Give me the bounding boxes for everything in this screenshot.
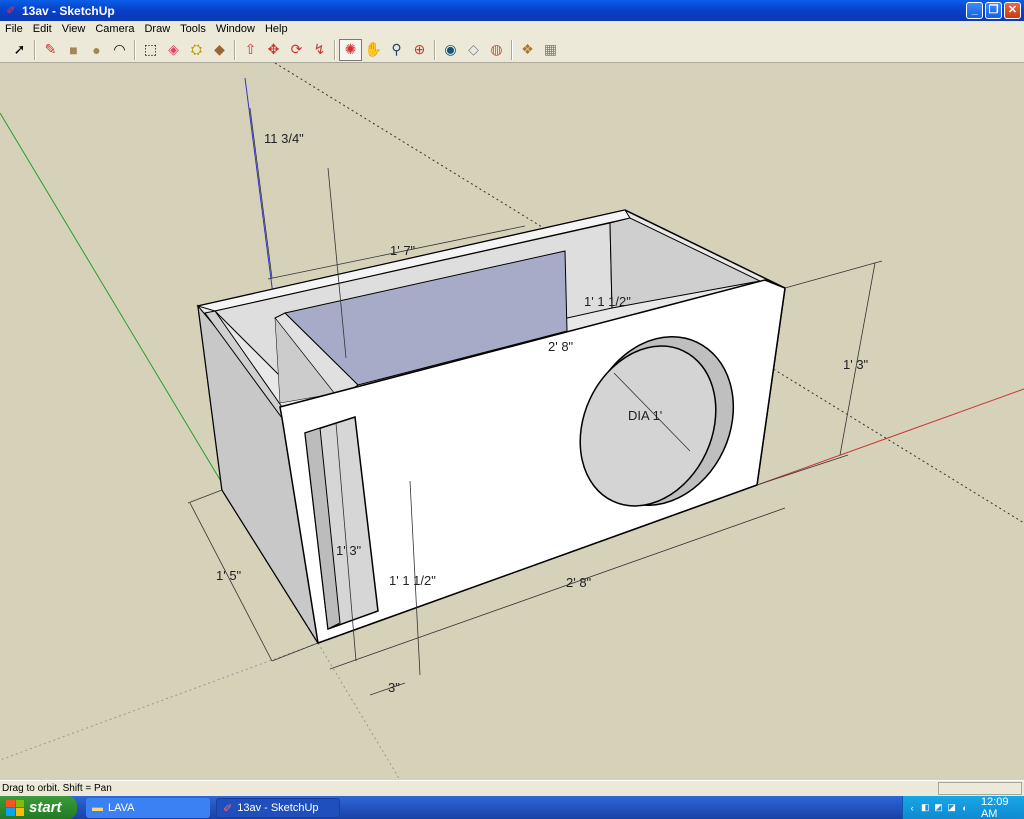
- dim-label-right-height: 1' 3": [843, 357, 869, 372]
- share-model-tool-icon[interactable]: ◇: [462, 39, 485, 61]
- folder-icon: ▬: [92, 802, 103, 814]
- tray-security-icon[interactable]: ◪: [947, 802, 957, 813]
- move-tool-icon[interactable]: ✥: [262, 39, 285, 61]
- menu-camera[interactable]: Camera: [90, 23, 139, 35]
- dim-label-port-dia: DIA 1': [628, 408, 663, 423]
- menu-file[interactable]: File: [0, 23, 28, 35]
- taskbar-item-label: 13av - SketchUp: [237, 802, 319, 814]
- tray-app-icon[interactable]: ◩: [933, 802, 943, 813]
- rotate-tool-icon[interactable]: ⟳: [285, 39, 308, 61]
- dim-label-top-width: 1' 7": [390, 243, 416, 258]
- menu-window[interactable]: Window: [211, 23, 260, 35]
- tape-measure-tool-icon[interactable]: ⛭: [185, 39, 208, 61]
- system-tray: ‹ ◧ ◩ ◪ ◐ 12:09 AM: [902, 796, 1024, 819]
- dim-line: [187, 489, 223, 504]
- menu-draw[interactable]: Draw: [139, 23, 175, 35]
- taskbar-item-lava[interactable]: ▬ LAVA: [86, 798, 210, 818]
- windows-flag-icon: [6, 799, 24, 816]
- dim-line: [756, 454, 849, 486]
- orbit-tool-icon[interactable]: ✺: [339, 38, 362, 61]
- model-drawing: [0, 63, 1024, 780]
- start-button[interactable]: start: [0, 796, 77, 819]
- offset-tool-icon[interactable]: ↯: [308, 39, 331, 61]
- dim-label-left-depth: 1' 5": [216, 568, 242, 583]
- sketchup-icon: ✐: [223, 802, 233, 815]
- window-title: 13av - SketchUp: [22, 3, 115, 18]
- toolbar-separator: [234, 39, 236, 60]
- toolbar: ➚ ✎ ■ ● ◠ ⬚ ◈ ⛭ ◆ ⇧ ✥ ⟳ ↯ ✺ ✋ ⚲ ⊕ ◉ ◇ ◍ …: [0, 37, 1024, 63]
- materials-tool-icon[interactable]: ▦: [539, 39, 562, 61]
- dim-line: [271, 642, 319, 662]
- arc-tool-icon[interactable]: ◠: [108, 39, 131, 61]
- toolbar-separator: [511, 39, 513, 60]
- dim-label-center-length: 2' 8": [548, 339, 574, 354]
- close-button[interactable]: ✕: [1004, 2, 1021, 19]
- minimize-button[interactable]: _: [966, 2, 983, 19]
- google-earth-tool-icon[interactable]: ◍: [485, 39, 508, 61]
- dim-label-top-offset: 11 3/4": [264, 131, 304, 146]
- zoom-tool-icon[interactable]: ⚲: [385, 39, 408, 61]
- dim-label-port-height: 1' 3": [336, 543, 362, 558]
- tray-volume-icon[interactable]: ◐: [960, 802, 970, 813]
- menu-help[interactable]: Help: [260, 23, 293, 35]
- dim-line: [784, 260, 883, 289]
- get-models-tool-icon[interactable]: ◉: [439, 39, 462, 61]
- menu-bar: File Edit View Camera Draw Tools Window …: [0, 21, 1024, 37]
- status-bar: Drag to orbit. Shift = Pan: [0, 780, 1024, 796]
- rectangle-tool-icon[interactable]: ■: [62, 39, 85, 61]
- restore-button[interactable]: ❐: [985, 2, 1002, 19]
- start-label: start: [29, 799, 62, 816]
- clock[interactable]: 12:09 AM: [981, 796, 1024, 819]
- pencil-tool-icon[interactable]: ✎: [39, 39, 62, 61]
- circle-tool-icon[interactable]: ●: [85, 39, 108, 61]
- components-tool-icon[interactable]: ❖: [516, 39, 539, 61]
- model-viewport[interactable]: 11 3/4" 1' 7" 1' 1 1/2" 2' 8" DIA 1' 1' …: [0, 63, 1024, 780]
- dim-label-bottom-length: 2' 8": [566, 575, 592, 590]
- toolbar-separator: [134, 39, 136, 60]
- measurements-box[interactable]: [938, 782, 1022, 795]
- tray-network-icon[interactable]: ◧: [920, 802, 930, 813]
- dim-label-baffle-inner-height: 1' 1 1/2": [584, 294, 631, 309]
- menu-tools[interactable]: Tools: [175, 23, 211, 35]
- menu-view[interactable]: View: [57, 23, 91, 35]
- axis-extension: [0, 642, 319, 761]
- taskbar-item-label: LAVA: [108, 802, 135, 814]
- taskbar: start ▬ LAVA ✐ 13av - SketchUp ‹ ◧ ◩ ◪ ◐…: [0, 796, 1024, 819]
- tray-expand-icon[interactable]: ‹: [907, 802, 917, 813]
- paint-bucket-tool-icon[interactable]: ◆: [208, 39, 231, 61]
- menu-edit[interactable]: Edit: [28, 23, 57, 35]
- eraser-tool-icon[interactable]: ◈: [162, 39, 185, 61]
- make-component-tool-icon[interactable]: ⬚: [139, 39, 162, 61]
- dim-label-port-width: 3": [388, 680, 400, 695]
- status-hint: Drag to orbit. Shift = Pan: [2, 783, 112, 794]
- push-pull-tool-icon[interactable]: ⇧: [239, 39, 262, 61]
- sketchup-app-icon: ✐: [6, 5, 16, 17]
- taskbar-item-sketchup[interactable]: ✐ 13av - SketchUp: [216, 798, 340, 818]
- toolbar-separator: [334, 39, 336, 60]
- toolbar-separator: [34, 39, 36, 60]
- zoom-extents-tool-icon[interactable]: ⊕: [408, 39, 431, 61]
- dim-label-port-inner-height: 1' 1 1/2": [389, 573, 436, 588]
- toolbar-separator: [434, 39, 436, 60]
- select-tool-icon[interactable]: ➚: [8, 39, 31, 61]
- axis-extension: [317, 642, 401, 780]
- pan-tool-icon[interactable]: ✋: [362, 39, 385, 61]
- title-bar[interactable]: ✐ 13av - SketchUp _ ❐ ✕: [0, 0, 1024, 21]
